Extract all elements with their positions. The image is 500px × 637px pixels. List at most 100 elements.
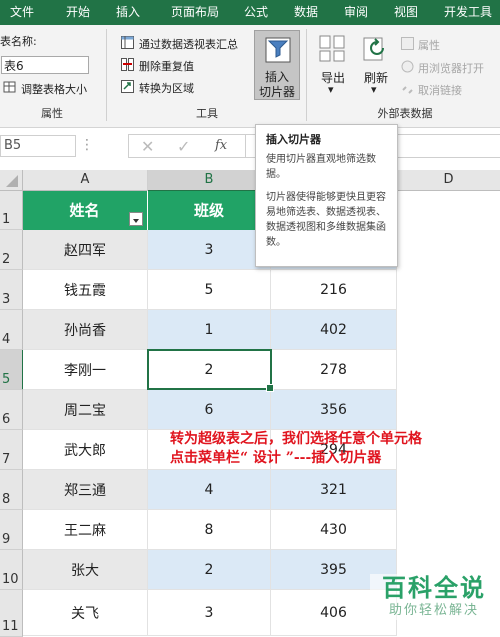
- cell-score-row-5[interactable]: 278: [271, 350, 397, 390]
- properties-button[interactable]: 属性: [418, 37, 440, 53]
- header-class-text: 班级: [193, 201, 224, 220]
- row-header-6[interactable]: 6: [0, 390, 23, 430]
- cell-score-row-6[interactable]: 356: [271, 390, 397, 430]
- enter-icon[interactable]: ✓: [177, 137, 190, 156]
- row-header-10[interactable]: 10: [0, 550, 23, 590]
- cell-name-text: 钱五霞: [64, 282, 106, 299]
- cell-class-row-11[interactable]: 3: [148, 590, 271, 636]
- cell-score-row-8[interactable]: 321: [271, 470, 397, 510]
- cell-name-text: 赵四军: [64, 242, 106, 259]
- menu-data[interactable]: 数据: [286, 0, 326, 25]
- menu-page-layout[interactable]: 页面布局: [158, 0, 232, 25]
- cell-name-text: 武大郎: [64, 442, 106, 459]
- menu-insert[interactable]: 插入: [104, 0, 152, 25]
- row-header-1[interactable]: 1: [0, 191, 23, 230]
- cell-score-text: 430: [320, 521, 347, 538]
- filter-dropdown-icon[interactable]: [129, 212, 143, 226]
- table-header-name[interactable]: 姓名: [23, 191, 147, 230]
- row-header-11[interactable]: 11: [0, 590, 23, 637]
- cell-class-row-6[interactable]: 6: [148, 390, 271, 430]
- cell-name-row-7[interactable]: 武大郎: [23, 430, 148, 470]
- selected-cell-border: [147, 349, 274, 392]
- cell-class-row-2[interactable]: 3: [148, 230, 271, 270]
- external-data-group-label: 外部表数据: [377, 107, 433, 120]
- watermark-sub: 助你轻松解决: [388, 603, 479, 618]
- resize-table-button[interactable]: 调整表格大小: [21, 81, 87, 97]
- cell-class-text: 4: [204, 481, 214, 498]
- menu-review[interactable]: 审阅: [336, 0, 376, 25]
- cancel-icon[interactable]: ✕: [141, 137, 154, 156]
- menu-developer[interactable]: 开发工具: [436, 0, 500, 25]
- row-header-5[interactable]: 5: [0, 350, 24, 390]
- cell-name-row-2[interactable]: 赵四军: [23, 230, 148, 270]
- column-d-cells[interactable]: [397, 191, 500, 636]
- cell-score-row-3[interactable]: 216: [271, 270, 397, 310]
- summarize-pivot-button[interactable]: 通过数据透视表汇总: [139, 36, 238, 52]
- column-header-d[interactable]: D: [397, 170, 500, 191]
- insert-slicer-button[interactable]: 插入 切片器: [254, 30, 300, 100]
- cell-score-text: 278: [320, 361, 347, 378]
- insert-function-icon[interactable]: fx: [215, 138, 227, 153]
- tooltip-para-2: 切片器使得能够更快且更容易地筛选表、数据透视表、数据透视图和多维数据集函数。: [266, 192, 386, 248]
- cell-name-row-8[interactable]: 郑三通: [23, 470, 148, 510]
- row-header-9[interactable]: 9: [0, 510, 23, 550]
- ribbon: 表名称: 表6 调整表格大小 属性 通过数据透视表汇总 删除重复值 转换为区域 …: [0, 25, 500, 128]
- cell-class-row-10[interactable]: 2: [148, 550, 271, 590]
- convert-range-icon: [121, 80, 134, 93]
- table-name-input[interactable]: 表6: [1, 56, 89, 74]
- name-box[interactable]: B5: [0, 135, 76, 157]
- select-all-corner[interactable]: [0, 170, 23, 191]
- open-in-browser-button[interactable]: 用浏览器打开: [418, 60, 484, 76]
- cell-score-text: 321: [320, 481, 347, 498]
- menu-view[interactable]: 视图: [386, 0, 426, 25]
- row-header-8[interactable]: 8: [0, 470, 23, 510]
- menu-bar: 文件 开始 插入 页面布局 公式 数据 审阅 视图 开发工具: [0, 0, 500, 25]
- cell-name-text: 王二麻: [64, 522, 106, 539]
- convert-to-range-button[interactable]: 转换为区域: [139, 80, 194, 96]
- export-dropdown-icon[interactable]: ▾: [328, 83, 334, 96]
- row-header-7[interactable]: 7: [0, 430, 23, 470]
- cell-name-row-5[interactable]: 李刚一: [23, 350, 148, 390]
- remove-duplicates-button[interactable]: 删除重复值: [139, 58, 194, 74]
- cell-score-text: 402: [320, 321, 347, 338]
- annotation-text: 转为超级表之后，我们选择任意个单元格 点击菜单栏“ 设计 ”---插入切片器: [170, 430, 500, 468]
- row-header-3[interactable]: 3: [0, 270, 23, 310]
- fill-handle[interactable]: [266, 384, 274, 392]
- formula-bar: B5 ⋮ ✕ ✓ fx: [0, 128, 500, 168]
- row-header-2[interactable]: 2: [0, 230, 23, 270]
- cell-name-row-9[interactable]: 王二麻: [23, 510, 148, 550]
- cell-name-row-6[interactable]: 周二宝: [23, 390, 148, 430]
- cell-class-text: 3: [204, 604, 214, 621]
- cell-name-text: 周二宝: [64, 402, 106, 419]
- watermark: 百科全说 助你轻松解决: [370, 574, 498, 620]
- header-name-text: 姓名: [69, 201, 100, 220]
- name-box-dropdown-icon[interactable]: ⋮: [80, 135, 94, 157]
- cell-score-row-4[interactable]: 402: [271, 310, 397, 350]
- cell-score-text: 356: [320, 401, 347, 418]
- pivot-table-icon: [121, 36, 134, 49]
- tools-group-label: 工具: [196, 107, 218, 120]
- cell-name-row-4[interactable]: 孙尚香: [23, 310, 148, 350]
- annotation-line-1: 转为超级表之后，我们选择任意个单元格: [170, 431, 422, 447]
- tooltip-title: 插入切片器: [266, 133, 321, 146]
- formula-controls: ✕ ✓ fx: [128, 134, 246, 158]
- cell-name-row-3[interactable]: 钱五霞: [23, 270, 148, 310]
- column-header-a[interactable]: A: [23, 170, 148, 191]
- watermark-main: 百科全说: [382, 574, 486, 602]
- menu-file[interactable]: 文件: [0, 0, 44, 25]
- table-header-class[interactable]: 班级: [148, 191, 271, 230]
- cell-class-row-3[interactable]: 5: [148, 270, 271, 310]
- cell-score-row-9[interactable]: 430: [271, 510, 397, 550]
- cell-class-text: 3: [204, 241, 214, 258]
- cell-class-row-4[interactable]: 1: [148, 310, 271, 350]
- refresh-dropdown-icon[interactable]: ▾: [371, 83, 377, 96]
- menu-home[interactable]: 开始: [52, 0, 104, 25]
- cell-name-row-11[interactable]: 关飞: [23, 590, 148, 636]
- cell-class-row-9[interactable]: 8: [148, 510, 271, 550]
- cell-class-row-8[interactable]: 4: [148, 470, 271, 510]
- unlink-button[interactable]: 取消链接: [418, 82, 462, 98]
- menu-formulas[interactable]: 公式: [236, 0, 276, 25]
- row-header-4[interactable]: 4: [0, 310, 23, 350]
- column-header-b[interactable]: B: [148, 170, 271, 192]
- cell-name-row-10[interactable]: 张大: [23, 550, 148, 590]
